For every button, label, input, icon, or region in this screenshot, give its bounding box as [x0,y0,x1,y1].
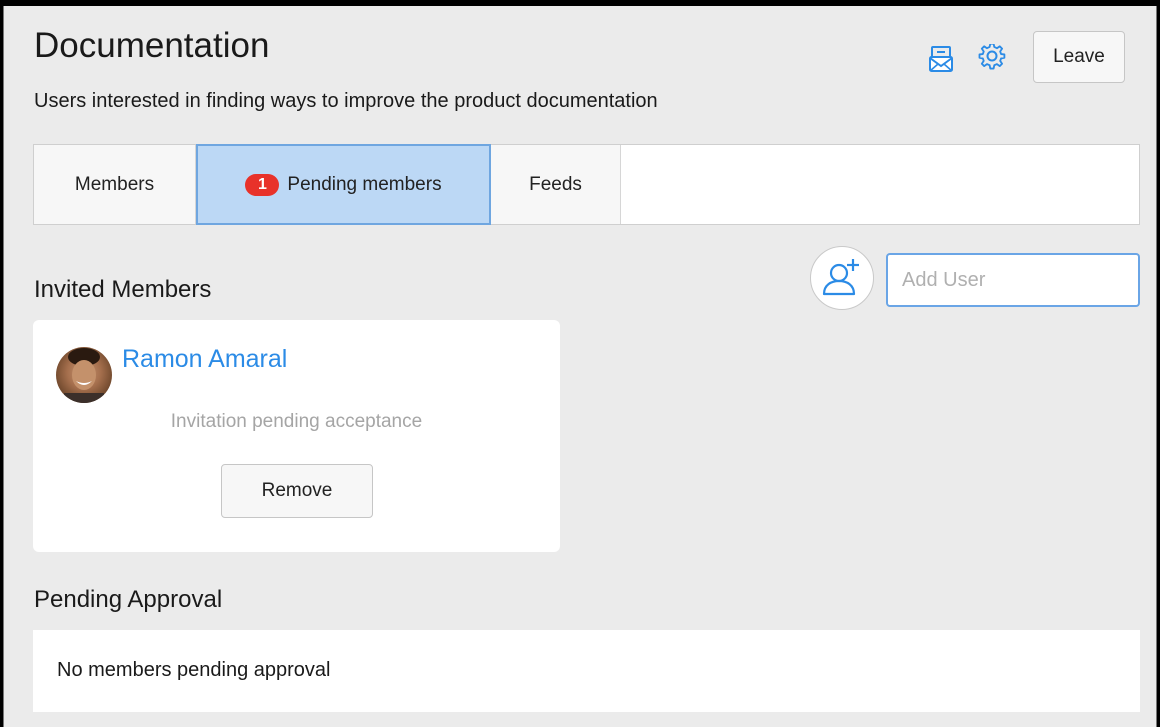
invited-member-card: Ramon Amaral Invitation pending acceptan… [33,320,560,552]
tab-pending-members-label: Pending members [287,173,442,195]
leave-button[interactable]: Leave [1033,31,1125,83]
tab-members-label: Members [74,173,155,195]
empty-state-text: No members pending approval [57,659,331,681]
email-unsubscribe-icon[interactable] [926,44,956,74]
tab-bar: Members 1 Pending members Feeds [33,144,1140,225]
tab-pending-members[interactable]: 1 Pending members [196,144,491,225]
remove-button[interactable]: Remove [221,464,373,518]
invited-members-heading: Invited Members [34,276,212,303]
page-title: Documentation [34,26,270,65]
member-name-link[interactable]: Ramon Amaral [122,345,287,374]
tab-feeds[interactable]: Feeds [491,145,621,224]
add-user-icon [822,259,859,296]
add-user-input[interactable] [886,253,1140,307]
pending-approval-heading: Pending Approval [34,586,223,613]
gear-icon[interactable] [977,44,1007,74]
avatar [56,347,112,403]
invitation-status: Invitation pending acceptance [170,411,423,432]
pending-approval-list: No members pending approval [33,630,1140,712]
avatar-photo [64,348,104,403]
tab-feeds-label: Feeds [529,173,582,195]
tab-members[interactable]: Members [34,145,196,224]
pending-count-badge: 1 [245,173,280,196]
group-description: Users interested in finding ways to impr… [34,90,658,112]
add-user-button[interactable] [810,246,874,310]
group-panel: Documentation Users interested in findin… [3,6,1157,727]
